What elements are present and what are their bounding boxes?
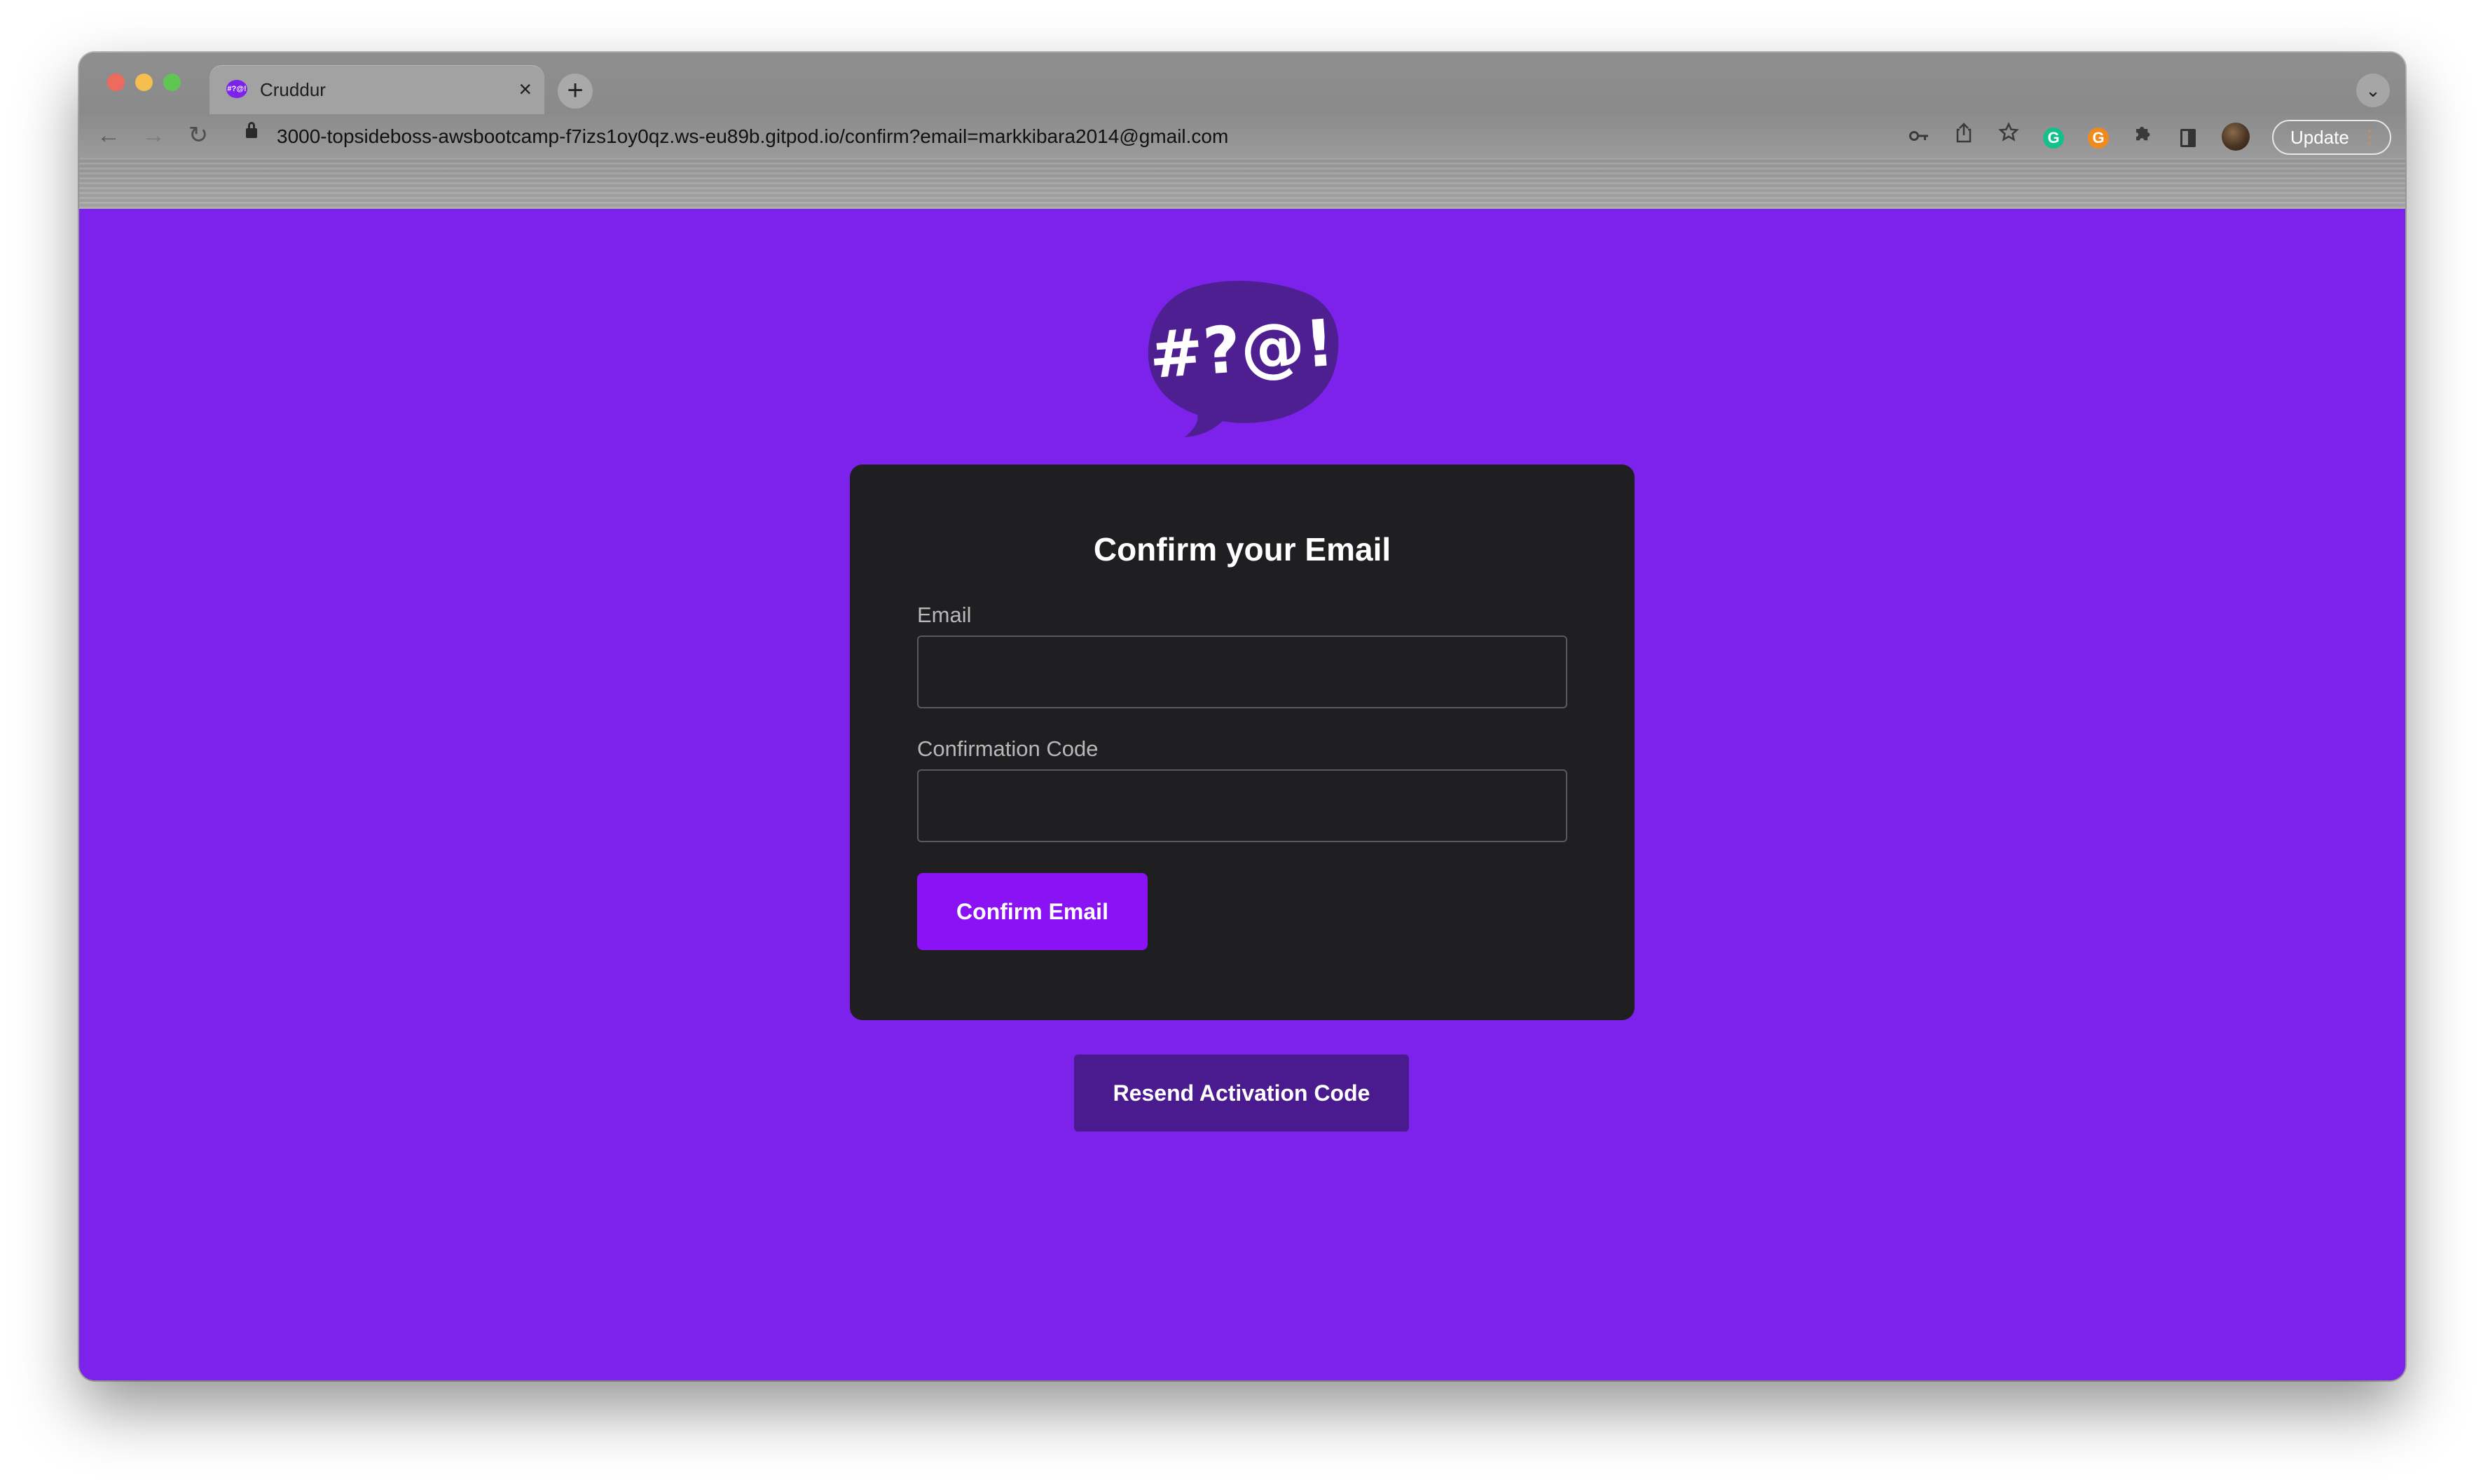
puzzle-extensions-icon[interactable] [2128, 121, 2159, 152]
update-button[interactable]: Update ⋮ [2272, 120, 2391, 155]
browser-tab-active[interactable]: #?@! Cruddur × [209, 65, 544, 114]
window-minimize-button[interactable] [135, 74, 153, 91]
browser-window: #?@! Cruddur × + ⌄ ← → ↻ 3000-topsidebos… [79, 53, 2405, 1380]
profile-avatar[interactable] [2222, 123, 2250, 151]
confirm-email-card: Confirm your Email Email Confirmation Co… [850, 465, 1635, 1020]
more-menu-icon[interactable]: ⋮ [2360, 121, 2379, 152]
address-bar[interactable]: 3000-topsideboss-awsbootcamp-f7izs1oy0qz… [277, 125, 1228, 148]
window-close-button[interactable] [107, 74, 125, 91]
tab-search-chevron-icon[interactable]: ⌄ [2356, 74, 2390, 107]
tab-close-icon[interactable]: × [518, 75, 532, 103]
key-icon[interactable] [1904, 121, 1934, 152]
svg-text:#?@!: #?@! [1147, 305, 1337, 393]
star-icon[interactable] [1993, 121, 2024, 152]
update-label: Update [2290, 127, 2349, 148]
browser-chrome: #?@! Cruddur × + ⌄ ← → ↻ 3000-topsidebos… [79, 53, 2405, 209]
cruddur-logo: #?@! [1144, 279, 1340, 440]
cruddur-favicon-icon: #?@! [226, 80, 247, 98]
resend-activation-code-button[interactable]: Resend Activation Code [1074, 1054, 1409, 1132]
confirmation-code-label: Confirmation Code [917, 736, 1099, 761]
email-label: Email [917, 603, 972, 627]
confirm-email-button[interactable]: Confirm Email [917, 873, 1148, 950]
toolbar-background [79, 158, 2405, 209]
email-field[interactable] [917, 635, 1567, 708]
orange-extension-icon[interactable]: G [2083, 121, 2114, 152]
page-content: #?@! Confirm your Email Email Confirmati… [79, 209, 2405, 1380]
tab-title: Cruddur [260, 79, 326, 100]
back-arrow-icon[interactable]: ← [93, 120, 124, 151]
lock-icon[interactable] [246, 122, 257, 138]
side-panel-icon[interactable] [2173, 121, 2203, 152]
confirmation-code-field[interactable] [917, 769, 1567, 842]
new-tab-button[interactable]: + [558, 74, 593, 109]
window-maximize-button[interactable] [163, 74, 181, 91]
grammarly-extension-icon[interactable]: G [2038, 121, 2069, 152]
share-icon[interactable] [1948, 121, 1979, 152]
page-title: Confirm your Email [1093, 531, 1391, 568]
forward-arrow-icon[interactable]: → [138, 120, 169, 151]
reload-icon[interactable]: ↻ [183, 120, 214, 151]
